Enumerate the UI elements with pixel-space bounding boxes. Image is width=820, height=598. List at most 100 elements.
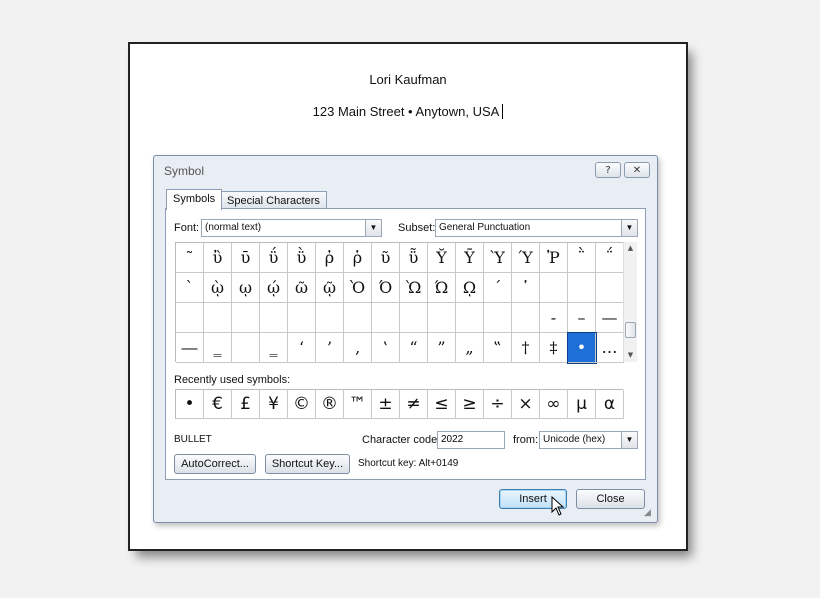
symbol-cell[interactable]: Ῠ bbox=[428, 243, 456, 273]
symbol-cell[interactable] bbox=[484, 303, 512, 333]
close-icon[interactable]: ✕ bbox=[624, 162, 650, 178]
symbol-cell[interactable]: … bbox=[596, 333, 624, 363]
resize-grip-icon[interactable]: ◢ bbox=[644, 508, 817, 595]
tab-symbols[interactable]: Symbols bbox=[166, 189, 223, 210]
shortcut-key-button[interactable]: Shortcut Key... bbox=[265, 454, 350, 474]
document-address-line[interactable]: 123 Main Street • Anytown, USA bbox=[130, 104, 686, 119]
symbol-cell[interactable]: ῤ bbox=[316, 243, 344, 273]
grid-scrollbar[interactable]: ▲ ▼ bbox=[623, 242, 637, 362]
symbol-cell[interactable]: ‡ bbox=[540, 333, 568, 363]
symbol-cell[interactable]: ‛ bbox=[372, 333, 400, 363]
recent-symbol-cell[interactable]: ≤ bbox=[428, 390, 456, 419]
symbol-cell[interactable] bbox=[204, 303, 232, 333]
chevron-down-icon[interactable]: ▼ bbox=[621, 432, 637, 448]
symbol-cell[interactable]: ῾ bbox=[512, 273, 540, 303]
symbol-cell[interactable]: ‗ bbox=[260, 333, 288, 363]
symbol-cell[interactable] bbox=[232, 303, 260, 333]
symbol-cell[interactable] bbox=[596, 273, 624, 303]
symbol-cell[interactable] bbox=[568, 273, 596, 303]
symbol-cell[interactable] bbox=[288, 303, 316, 333]
symbol-cell[interactable]: Ὸ bbox=[344, 273, 372, 303]
recent-symbol-cell[interactable]: € bbox=[204, 390, 232, 419]
symbol-cell[interactable]: ῥ bbox=[344, 243, 372, 273]
recent-symbol-cell[interactable]: ± bbox=[372, 390, 400, 419]
symbol-cell[interactable]: ῡ bbox=[232, 243, 260, 273]
recent-symbol-cell[interactable]: × bbox=[512, 390, 540, 419]
symbol-cell[interactable]: Ὺ bbox=[484, 243, 512, 273]
recent-symbol-cell[interactable]: ™ bbox=[344, 390, 372, 419]
symbol-cell[interactable] bbox=[232, 333, 260, 363]
symbol-cell[interactable] bbox=[512, 303, 540, 333]
symbol-cell[interactable]: “ bbox=[400, 333, 428, 363]
symbol-cell[interactable] bbox=[540, 273, 568, 303]
symbol-cell[interactable]: ῭ bbox=[568, 243, 596, 273]
scroll-down-icon[interactable]: ▼ bbox=[624, 349, 637, 361]
from-select[interactable]: Unicode (hex) ▼ bbox=[539, 431, 638, 449]
symbol-cell[interactable]: – bbox=[568, 303, 596, 333]
symbol-cell[interactable]: Ῥ bbox=[540, 243, 568, 273]
symbol-cell[interactable]: ῼ bbox=[456, 273, 484, 303]
chevron-down-icon[interactable]: ▼ bbox=[621, 220, 637, 236]
symbol-cell[interactable]: ‟ bbox=[484, 333, 512, 363]
symbol-cell[interactable]: ‚ bbox=[344, 333, 372, 363]
symbol-cell[interactable] bbox=[176, 303, 204, 333]
symbol-cell[interactable]: ῢ bbox=[288, 243, 316, 273]
help-button[interactable]: ? bbox=[595, 162, 621, 178]
symbol-cell[interactable]: ῲ bbox=[204, 273, 232, 303]
autocorrect-button[interactable]: AutoCorrect... bbox=[174, 454, 256, 474]
symbol-cell[interactable]: ῴ bbox=[260, 273, 288, 303]
recent-symbol-cell[interactable]: ® bbox=[316, 390, 344, 419]
symbol-cell[interactable]: ῦ bbox=[372, 243, 400, 273]
symbol-cell[interactable]: † bbox=[512, 333, 540, 363]
symbol-cell[interactable]: ― bbox=[176, 333, 204, 363]
symbol-cell[interactable]: • bbox=[567, 332, 597, 364]
symbol-cell[interactable]: Ύ bbox=[512, 243, 540, 273]
symbol-cell[interactable]: ’ bbox=[316, 333, 344, 363]
symbol-cell[interactable]: ῶ bbox=[288, 273, 316, 303]
symbol-cell[interactable] bbox=[456, 303, 484, 333]
symbol-cell[interactable]: ´ bbox=[484, 273, 512, 303]
symbol-cell[interactable]: ῳ bbox=[232, 273, 260, 303]
symbol-cell[interactable] bbox=[344, 303, 372, 333]
symbol-cell[interactable]: Ό bbox=[372, 273, 400, 303]
symbol-cell[interactable]: ” bbox=[428, 333, 456, 363]
symbol-cell[interactable]: ` bbox=[176, 273, 204, 303]
recent-symbol-cell[interactable]: ¥ bbox=[260, 390, 288, 419]
chevron-down-icon[interactable]: ▼ bbox=[365, 220, 381, 236]
symbol-cell[interactable] bbox=[316, 303, 344, 333]
symbol-cell[interactable]: ΅ bbox=[596, 243, 624, 273]
recent-symbols-row[interactable]: • € £ ¥ © ® ™ ± ≠ ≤ ≥ ÷ × ∞ µ α bbox=[175, 389, 624, 419]
symbol-cell[interactable]: — bbox=[596, 303, 624, 333]
recent-symbol-cell[interactable]: ≥ bbox=[456, 390, 484, 419]
scroll-up-icon[interactable]: ▲ bbox=[624, 242, 637, 254]
symbol-cell[interactable]: ‐ bbox=[540, 303, 568, 333]
recent-symbol-cell[interactable]: α bbox=[596, 390, 624, 419]
symbol-cell[interactable]: ‗ bbox=[204, 333, 232, 363]
recent-symbol-cell[interactable]: • bbox=[176, 390, 204, 419]
symbol-cell[interactable] bbox=[428, 303, 456, 333]
scroll-thumb[interactable] bbox=[625, 322, 636, 338]
symbol-cell[interactable] bbox=[400, 303, 428, 333]
close-button[interactable]: Close bbox=[576, 489, 645, 509]
font-select[interactable]: (normal text) ▼ bbox=[201, 219, 382, 237]
symbol-cell[interactable]: ῧ bbox=[400, 243, 428, 273]
symbol-cell[interactable]: Ὼ bbox=[400, 273, 428, 303]
symbol-cell[interactable]: „ bbox=[456, 333, 484, 363]
recent-symbol-cell[interactable]: ≠ bbox=[400, 390, 428, 419]
recent-symbol-cell[interactable]: ∞ bbox=[540, 390, 568, 419]
subset-select[interactable]: General Punctuation ▼ bbox=[435, 219, 638, 237]
recent-symbol-cell[interactable]: © bbox=[288, 390, 316, 419]
symbol-cell[interactable]: ὒ bbox=[204, 243, 232, 273]
symbol-cell[interactable]: Ῡ bbox=[456, 243, 484, 273]
recent-symbol-cell[interactable]: µ bbox=[568, 390, 596, 419]
symbol-cell[interactable]: ΰ bbox=[260, 243, 288, 273]
symbol-grid[interactable]: ῀ ὒ ῡ ΰ ῢ ῤ ῥ ῦ ῧ Ῠ Ῡ Ὺ Ύ Ῥ ῭ ΅ ` ῲ ῳ ῴ ῶ ῷ Ὸ Ό Ὼ Ώ ῼ ´ ῾ ‐ – — ― ‗ ‗ ‘’ ‚ ‛ “… bbox=[175, 242, 624, 364]
recent-symbol-cell[interactable]: ÷ bbox=[484, 390, 512, 419]
recent-symbol-cell[interactable]: £ bbox=[232, 390, 260, 419]
symbol-cell[interactable]: Ώ bbox=[428, 273, 456, 303]
symbol-cell[interactable] bbox=[260, 303, 288, 333]
symbol-cell[interactable] bbox=[372, 303, 400, 333]
symbol-cell[interactable]: ῷ bbox=[316, 273, 344, 303]
symbol-cell[interactable]: ‘ bbox=[288, 333, 316, 363]
char-code-input[interactable]: 2022 bbox=[437, 431, 505, 449]
